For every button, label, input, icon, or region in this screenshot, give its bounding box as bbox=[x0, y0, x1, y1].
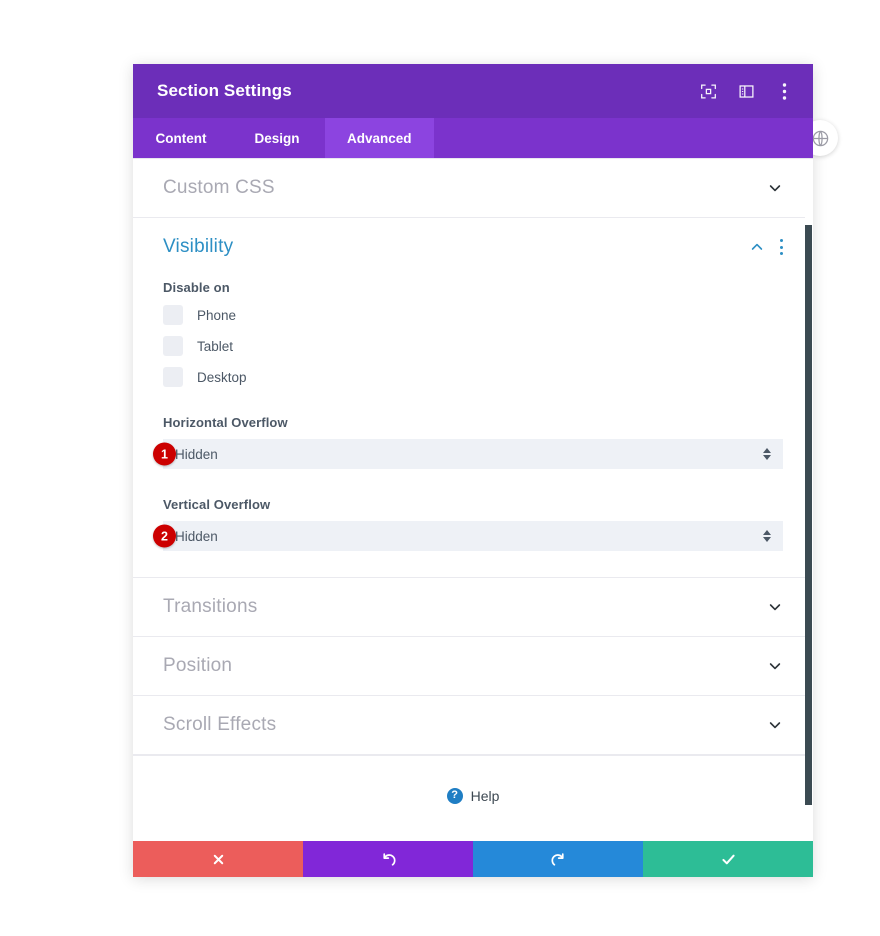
checkbox-tablet-label: Tablet bbox=[197, 338, 234, 354]
section-transitions-header[interactable]: Transitions bbox=[163, 578, 783, 636]
checkbox-phone-label: Phone bbox=[197, 307, 237, 323]
check-icon bbox=[721, 854, 735, 864]
section-visibility[interactable]: Visibility Disable on Phone Tablet Deskt… bbox=[133, 218, 813, 578]
device-row-desktop[interactable]: Desktop bbox=[163, 367, 783, 387]
tab-bar: Content Design Advanced bbox=[133, 118, 813, 158]
help-label: Help bbox=[470, 787, 500, 804]
scrollbar-thumb[interactable] bbox=[805, 225, 812, 805]
modal-body: Custom CSS Visibility Disable on Phone T… bbox=[133, 158, 813, 841]
close-icon bbox=[213, 854, 223, 864]
horizontal-overflow-select-wrap: 1 Hidden bbox=[153, 439, 783, 469]
section-scroll-effects-tools bbox=[767, 717, 783, 733]
checkbox-desktop-label: Desktop bbox=[197, 369, 247, 385]
checkbox-desktop[interactable] bbox=[163, 367, 183, 387]
redo-icon bbox=[550, 852, 564, 866]
section-transitions-tools bbox=[767, 599, 783, 615]
page-title: Section Settings bbox=[157, 81, 292, 100]
horizontal-overflow-field: Horizontal Overflow 1 Hidden bbox=[153, 415, 783, 469]
tab-advanced[interactable]: Advanced bbox=[325, 118, 434, 158]
cancel-button[interactable] bbox=[133, 841, 303, 877]
modal-header: Section Settings bbox=[133, 64, 813, 118]
section-visibility-tools bbox=[749, 239, 783, 255]
chevron-down-icon[interactable] bbox=[767, 717, 783, 733]
vertical-overflow-label: Vertical Overflow bbox=[163, 497, 271, 512]
chevron-down-icon[interactable] bbox=[767, 180, 783, 196]
section-visibility-title: Visibility bbox=[163, 236, 234, 257]
undo-icon bbox=[382, 852, 396, 866]
step-badge-2: 2 bbox=[153, 524, 176, 548]
layout-panel-icon[interactable] bbox=[735, 80, 757, 102]
redo-button[interactable] bbox=[473, 841, 643, 877]
disable-on-label: Disable on bbox=[163, 280, 230, 295]
screenshot-root: Section Settings Content Design Advanced… bbox=[0, 0, 880, 936]
section-custom-css-title: Custom CSS bbox=[163, 177, 275, 198]
chevron-down-icon[interactable] bbox=[767, 658, 783, 674]
header-icon-group bbox=[697, 80, 795, 102]
tab-content[interactable]: Content bbox=[133, 118, 229, 158]
device-row-phone[interactable]: Phone bbox=[163, 305, 783, 325]
step-badge-1: 1 bbox=[153, 442, 176, 466]
help-icon: ? bbox=[446, 787, 463, 804]
device-row-tablet[interactable]: Tablet bbox=[163, 336, 783, 356]
more-options-icon[interactable] bbox=[773, 80, 795, 102]
globe-icon bbox=[812, 130, 828, 146]
tab-design[interactable]: Design bbox=[229, 118, 325, 158]
section-position-title: Position bbox=[163, 655, 233, 676]
section-custom-css[interactable]: Custom CSS bbox=[133, 159, 813, 218]
section-settings-modal: Section Settings Content Design Advanced… bbox=[133, 64, 813, 877]
section-scroll-effects-title: Scroll Effects bbox=[163, 714, 277, 735]
checkbox-tablet[interactable] bbox=[163, 336, 183, 356]
vertical-overflow-select-wrap: 2 Hidden bbox=[153, 521, 783, 551]
horizontal-overflow-select[interactable]: Hidden bbox=[163, 439, 783, 469]
chevron-up-icon[interactable] bbox=[749, 239, 765, 255]
section-scroll-effects-header[interactable]: Scroll Effects bbox=[163, 696, 783, 754]
section-transitions-title: Transitions bbox=[163, 596, 258, 617]
modal-footer bbox=[133, 841, 813, 877]
section-position[interactable]: Position bbox=[133, 637, 813, 696]
section-position-header[interactable]: Position bbox=[163, 637, 783, 695]
chevron-down-icon[interactable] bbox=[767, 599, 783, 615]
save-button[interactable] bbox=[643, 841, 813, 877]
checkbox-phone[interactable] bbox=[163, 305, 183, 325]
section-custom-css-tools bbox=[767, 180, 783, 196]
help-area[interactable]: ? Help bbox=[133, 755, 813, 835]
section-transitions[interactable]: Transitions bbox=[133, 578, 813, 637]
section-custom-css-header[interactable]: Custom CSS bbox=[163, 159, 783, 217]
vertical-overflow-field: Vertical Overflow 2 Hidden bbox=[153, 497, 783, 551]
horizontal-overflow-label: Horizontal Overflow bbox=[163, 415, 288, 430]
undo-button[interactable] bbox=[303, 841, 473, 877]
scrollbar-track[interactable] bbox=[805, 159, 813, 841]
section-visibility-body: Disable on Phone Tablet Desktop Horizont… bbox=[153, 276, 783, 577]
fullscreen-icon[interactable] bbox=[697, 80, 719, 102]
section-scroll-effects[interactable]: Scroll Effects bbox=[133, 696, 813, 755]
section-options-icon[interactable] bbox=[779, 239, 783, 255]
section-position-tools bbox=[767, 658, 783, 674]
section-visibility-header[interactable]: Visibility bbox=[163, 218, 783, 276]
vertical-overflow-select[interactable]: Hidden bbox=[163, 521, 783, 551]
